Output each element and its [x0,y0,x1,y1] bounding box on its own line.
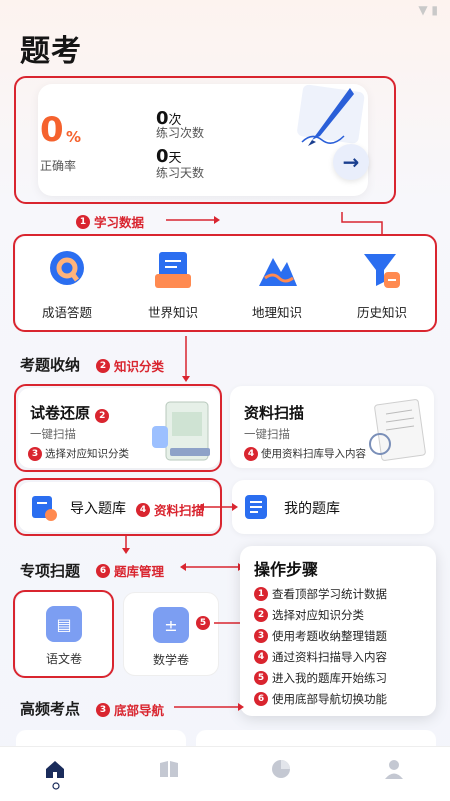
funnel-icon [364,254,400,288]
annotation-box-special [13,590,114,678]
document-stack-icon [155,252,191,288]
category-world[interactable]: 世界知识 [128,248,218,321]
calculator-icon: ± [153,607,189,643]
document-illustration-icon [369,399,426,461]
category-label: 历史知识 [356,305,407,320]
category-geo[interactable]: 地理知识 [232,248,322,321]
page-title: 题考 [20,34,82,69]
annotation-arrow-down [122,536,130,554]
annotation-arrow-4 [198,503,238,511]
annotation-box-restore [14,384,222,472]
special-item-label: 数学卷 [152,653,189,667]
step-item: 4 通过资料扫描导入内容 [254,649,387,665]
step-item: 5 进入我的题库开始练习 [254,670,387,686]
step-item: 2 选择对应知识分类 [254,607,364,623]
status-icons: ▼ ▮ [418,3,438,17]
category-history[interactable]: 历史知识 [337,248,427,321]
annotation-5: 5 [196,616,210,630]
annotation-arrow-2 [182,336,190,382]
step-item: 1 查看顶部学习统计数据 [254,586,387,602]
category-idiom[interactable]: 成语答题 [22,248,112,321]
annotation-arrow-6 [180,563,244,571]
annotation-box-stats [14,76,396,204]
category-label: 世界知识 [147,305,198,320]
annotation-2: 2 知识分类 [96,356,164,375]
status-bar: ▼ ▮ [0,0,450,22]
annotation-1: 1 学习数据 [76,212,144,231]
annotation-arrow-3 [174,703,244,711]
tile-subtitle: 一键扫描 [244,427,290,441]
category-label: 地理知识 [251,305,302,320]
step-item: 6 使用底部导航切换功能 [254,691,387,707]
step-item: 3 使用考题收纳整理错题 [254,628,387,644]
book-open-icon[interactable] [158,758,180,780]
annotation-6: 6 题库管理 [96,561,164,580]
q-bubble-icon [50,251,84,285]
tile-title: 资料扫描 [244,404,305,422]
section-title-special: 专项扫题 [20,562,81,580]
user-icon[interactable] [383,758,405,780]
mountain-icon [259,258,297,286]
section-title-frequent: 高频考点 [20,700,81,718]
list-icon [245,495,267,519]
steps-title: 操作步骤 [254,560,319,579]
tile-note: 4 使用资料扫库导入内容 [244,446,366,461]
chart-pie-icon[interactable] [270,758,292,780]
section-title-collect: 考题收纳 [20,356,81,374]
special-item-math[interactable]: ± 数学卷 [123,592,219,676]
tile-title: 我的题库 [284,501,340,517]
nav-indicator [52,782,60,790]
home-icon[interactable] [44,758,66,780]
annotation-box-import [14,478,222,536]
annotation-3: 3 底部导航 [96,700,164,719]
category-label: 成语答题 [41,305,92,320]
